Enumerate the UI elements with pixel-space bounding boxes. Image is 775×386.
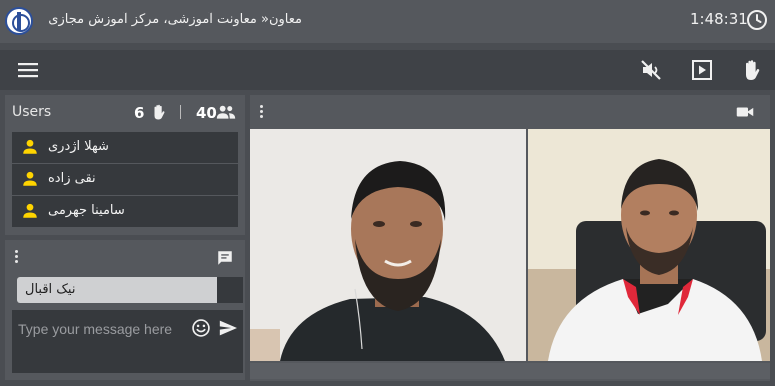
chat-message: نیک اقبال (17, 277, 217, 303)
user-name: نقی زاده (48, 171, 96, 186)
emoji-icon[interactable] (191, 318, 211, 338)
raise-hand-icon (154, 104, 165, 120)
video-area (250, 129, 770, 363)
person-icon (23, 203, 37, 218)
video-panel (250, 95, 770, 381)
user-list-item[interactable]: نقی زاده (12, 164, 238, 195)
session-clock: 1:48:31 (690, 10, 748, 28)
person-icon (23, 171, 37, 186)
video-camera-icon[interactable] (736, 105, 754, 119)
clock-icon (747, 10, 767, 30)
user-name: سامینا جهرمی (48, 203, 125, 218)
hamburger-menu-icon[interactable] (16, 58, 40, 82)
left-video-feed (250, 129, 526, 361)
video-footer (250, 363, 770, 379)
title-bar: معاون« معاونت آموزشی، مرکز آموزش مجازی 1… (0, 0, 775, 43)
chat-panel: نیک اقبال (5, 240, 245, 380)
raised-hands-count: 6 (134, 104, 145, 122)
count-divider (180, 105, 181, 119)
right-video-feed (528, 129, 770, 361)
volume-off-icon[interactable] (639, 58, 663, 82)
user-list-item[interactable]: شهلا اژدری (12, 132, 238, 163)
toolbar (0, 50, 775, 90)
users-panel-title: Users (12, 104, 52, 120)
raise-hand-icon[interactable] (740, 58, 764, 82)
people-icon (216, 105, 236, 119)
participants-count: 40 (196, 104, 217, 122)
user-list-item[interactable]: سامینا جهرمی (12, 196, 238, 227)
kebab-menu-icon[interactable] (15, 250, 18, 263)
chat-message-tail (217, 277, 243, 303)
university-seal-logo (5, 7, 33, 35)
page-title: معاون« معاونت آموزشی، مرکز آموزش مجازی (48, 12, 302, 27)
send-icon[interactable] (218, 319, 238, 337)
kebab-menu-icon[interactable] (260, 105, 263, 118)
user-name: شهلا اژدری (48, 139, 109, 154)
chat-composer (12, 310, 243, 373)
chat-message-text: نیک اقبال (25, 282, 76, 297)
play-box-icon[interactable] (690, 58, 714, 82)
chat-icon[interactable] (216, 249, 234, 267)
chat-message-input[interactable] (18, 317, 178, 367)
person-icon (23, 139, 37, 154)
